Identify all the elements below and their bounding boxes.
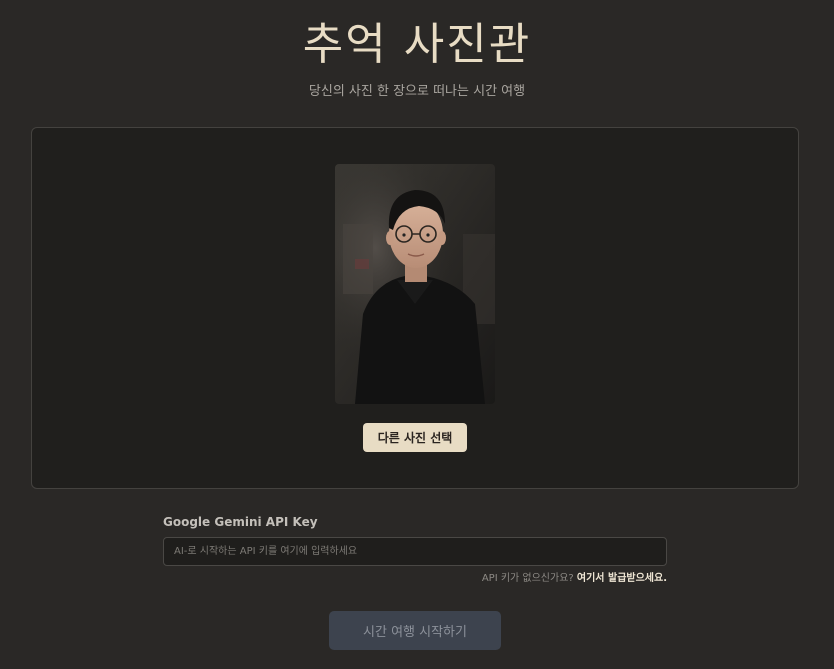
api-key-help-text: API 키가 없으신가요? [481, 573, 574, 584]
page-title: 추억 사진관 [302, 19, 532, 70]
start-time-travel-button[interactable]: 시간 여행 시작하기 [329, 611, 501, 650]
uploaded-photo [335, 164, 495, 404]
change-photo-button[interactable]: 다른 사진 선택 [363, 423, 467, 452]
api-key-help: API 키가 없으신가요? 여기서 발급받으세요. [482, 572, 667, 586]
photo-upload-panel[interactable]: 다른 사진 선택 [31, 127, 799, 489]
app-page: 추억 사진관 당신의 사진 한 장으로 떠나는 시간 여행 다른 사진 선택 G… [0, 0, 834, 669]
api-key-get-link[interactable]: 여기서 발급받으세요. [577, 573, 667, 584]
api-key-input[interactable] [163, 537, 667, 566]
api-key-label: Google Gemini API Key [163, 515, 318, 529]
page-subtitle: 당신의 사진 한 장으로 떠나는 시간 여행 [308, 84, 526, 99]
